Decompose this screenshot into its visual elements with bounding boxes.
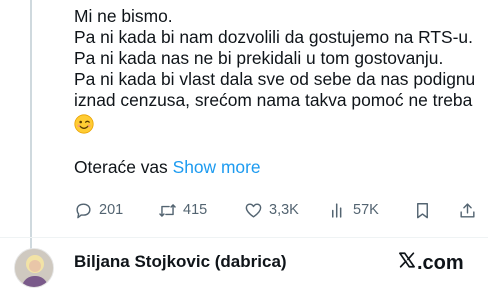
reply-icon: [74, 201, 93, 220]
x-logo-icon: [398, 251, 417, 275]
tweet-text: Mi ne bismo. Pa ni kada bi nam dozvolili…: [74, 6, 484, 178]
truncated-row: Oteraće vas Show more: [74, 157, 484, 178]
winking-face-emoji: [74, 111, 484, 139]
embed-footer: Biljana Stojkovic (dabrica) .com: [0, 240, 488, 288]
share-icon: [458, 201, 477, 220]
share-button[interactable]: [458, 199, 477, 221]
views-count: 57K: [353, 202, 379, 218]
tweet-line-2: Pa ni kada bi nam dozvolili da gostujemo…: [74, 27, 473, 47]
avatar[interactable]: [14, 248, 54, 288]
views-button[interactable]: 57K: [328, 199, 379, 221]
brand-text: .com: [417, 251, 464, 274]
repost-button[interactable]: 415: [158, 199, 207, 221]
tweet-line-3: Pa ni kada nas ne bi prekidali u tom gos…: [74, 48, 444, 68]
like-button[interactable]: 3,3K: [244, 199, 299, 221]
thread-connector-line: [30, 0, 32, 252]
repost-icon: [158, 201, 177, 220]
reply-count: 201: [99, 202, 124, 218]
x-brand-link[interactable]: .com: [398, 251, 464, 275]
truncated-text: Oteraće vas: [74, 157, 168, 177]
tweet-actions-bar: 201 415 3,3K 57K: [74, 199, 484, 221]
show-more-link[interactable]: Show more: [173, 157, 261, 177]
bookmark-button[interactable]: [413, 199, 432, 221]
views-icon: [328, 201, 347, 220]
bookmark-icon: [413, 201, 432, 220]
tweet-line-1: Mi ne bismo.: [74, 6, 173, 26]
repost-count: 415: [183, 202, 208, 218]
like-icon: [244, 201, 263, 220]
tweet-line-5: iznad cenzusa, srećom nama takva pomoć n…: [74, 90, 473, 110]
like-count: 3,3K: [269, 202, 299, 218]
reply-button[interactable]: 201: [74, 199, 123, 221]
tweet-line-4: Pa ni kada bi vlast dala sve od sebe da …: [74, 69, 476, 89]
author-name[interactable]: Biljana Stojkovic (dabrica): [74, 252, 287, 272]
divider: [0, 237, 488, 238]
